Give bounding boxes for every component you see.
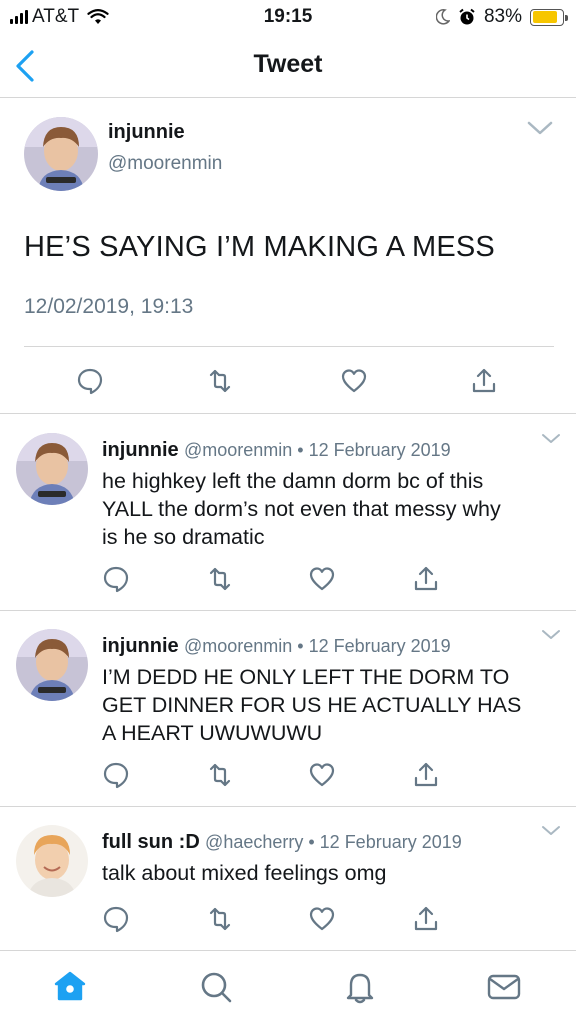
reply-header: injunnie @moorenmin • 12 February 2019 [102,635,451,658]
battery-level [532,11,557,23]
like-icon[interactable] [308,905,336,933]
author-name[interactable]: full sun :D [102,831,200,853]
tweet-actions [0,565,576,595]
tweet-line: talk about mixed feelings omg [102,861,387,885]
messages-icon[interactable] [486,969,522,1005]
author-handle[interactable]: @moorenmin [108,153,222,175]
tweet-line: is he so dramatic [102,525,265,549]
tweet-actions [0,367,576,397]
tweet-text: HE’S SAYING I’M MAKING A MESS [24,231,495,263]
chevron-down-icon[interactable] [540,627,562,643]
reply-icon[interactable] [102,761,130,789]
notifications-icon[interactable] [342,969,378,1005]
battery-icon [530,8,568,26]
tweet-line: I’M DEDD HE ONLY LEFT THE DORM TO [102,665,510,689]
like-icon[interactable] [308,565,336,593]
tweet-timestamp: 12/02/2019, 19:13 [24,295,194,318]
author-name[interactable]: injunnie [102,635,179,657]
avatar[interactable] [16,433,88,505]
author-name[interactable]: injunnie [102,439,179,461]
home-icon[interactable] [52,969,88,1005]
author-meta: @moorenmin • 12 February 2019 [183,636,451,656]
author-meta: @haecherry • 12 February 2019 [205,832,462,852]
tweet-text: he highkey left the damn dorm bc of this… [102,467,562,551]
share-icon[interactable] [412,905,440,933]
tab-bar [0,950,576,1024]
like-icon[interactable] [340,367,368,395]
author-meta: @moorenmin • 12 February 2019 [183,440,451,460]
tweet-text: I’M DEDD HE ONLY LEFT THE DORM TO GET DI… [102,663,562,747]
retweet-icon[interactable] [206,761,234,789]
reply-icon[interactable] [76,367,104,395]
chevron-down-icon[interactable] [540,823,562,839]
chevron-down-icon[interactable] [540,431,562,447]
tweet-line: A HEART UWUWUWU [102,721,323,745]
page-title: Tweet [253,50,323,78]
tweet-line: GET DINNER FOR US HE ACTUALLY HAS [102,693,522,717]
reply-header: injunnie @moorenmin • 12 February 2019 [102,439,451,462]
retweet-icon[interactable] [206,367,234,395]
reply-header: full sun :D @haecherry • 12 February 201… [102,831,462,854]
avatar[interactable] [16,629,88,701]
tweet-line: YALL the dorm’s not even that messy why [102,497,501,521]
reply-icon[interactable] [102,905,130,933]
reply-tweet[interactable]: injunnie @moorenmin • 12 February 2019 h… [0,415,576,611]
like-icon[interactable] [308,761,336,789]
chevron-down-icon[interactable] [526,117,554,139]
reply-icon[interactable] [102,565,130,593]
tweet-text: talk about mixed feelings omg [102,859,562,887]
alarm-icon [459,8,475,25]
author-name[interactable]: injunnie [108,121,185,144]
retweet-icon[interactable] [206,565,234,593]
avatar[interactable] [24,117,98,191]
tweet-actions [0,905,576,935]
main-tweet: injunnie @moorenmin HE’S SAYING I’M MAKI… [0,99,576,414]
share-icon[interactable] [412,761,440,789]
reply-tweet[interactable]: full sun :D @haecherry • 12 February 201… [0,807,576,950]
retweet-icon[interactable] [206,905,234,933]
status-icons: 83% [435,6,568,28]
share-icon[interactable] [470,367,498,395]
tweet-actions [0,761,576,791]
tweet-line: he highkey left the damn dorm bc of this [102,469,484,493]
share-icon[interactable] [412,565,440,593]
reply-tweet[interactable]: injunnie @moorenmin • 12 February 2019 I… [0,611,576,807]
status-bar: AT&T 19:15 83% [0,0,576,34]
nav-bar: Tweet [0,34,576,98]
battery-percent: 83% [483,6,522,27]
moon-icon [435,9,450,25]
avatar[interactable] [16,825,88,897]
search-icon[interactable] [198,969,234,1005]
divider [24,346,554,347]
